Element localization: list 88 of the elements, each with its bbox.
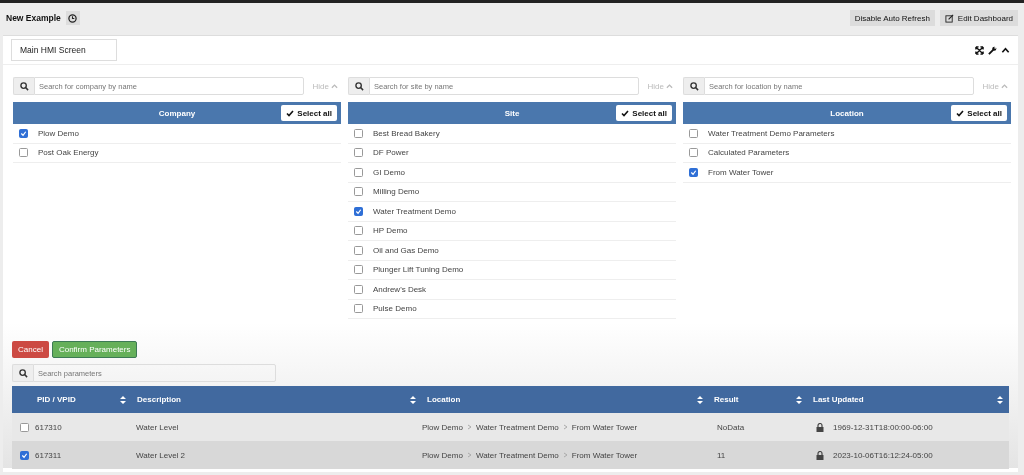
checkbox[interactable] xyxy=(354,265,363,275)
checkbox[interactable] xyxy=(354,284,363,294)
table-cell: Water Level xyxy=(136,422,179,432)
sort-icon[interactable] xyxy=(997,395,1003,404)
column-header[interactable]: Description xyxy=(137,395,181,404)
checkbox[interactable] xyxy=(689,128,698,138)
collapse-icon[interactable] xyxy=(1001,45,1010,55)
wrench-icon[interactable] xyxy=(988,45,997,55)
checkbox[interactable] xyxy=(19,128,28,138)
table-cell: 617310 xyxy=(35,422,62,432)
checkbox[interactable] xyxy=(354,245,363,255)
list-item-label[interactable]: Plunger Lift Tuning Demo xyxy=(373,265,464,275)
dashboard-title: New Example xyxy=(6,13,61,23)
list-item-label[interactable]: Oil and Gas Demo xyxy=(373,245,439,255)
checkbox[interactable] xyxy=(19,148,28,158)
sort-icon[interactable] xyxy=(410,395,416,404)
table-cell: Water Treatment Demo xyxy=(475,450,559,460)
clock-icon[interactable] xyxy=(65,11,80,25)
search-icon xyxy=(12,364,33,382)
column-header[interactable]: PID / VPID xyxy=(37,395,76,404)
search-icon xyxy=(13,77,34,95)
chevron-icon xyxy=(466,424,472,430)
checkbox[interactable] xyxy=(354,206,363,216)
column-header[interactable]: Result xyxy=(714,395,739,404)
checkbox[interactable] xyxy=(20,422,29,432)
table-cell: Plow Demo xyxy=(422,422,463,432)
list-item-label[interactable]: GI Demo xyxy=(373,167,405,177)
chevron-icon xyxy=(466,452,472,458)
checkbox[interactable] xyxy=(354,187,363,197)
table-cell: From Water Tower xyxy=(571,422,638,432)
list-item-label[interactable]: Calculated Parameters xyxy=(708,148,790,158)
select-all-button[interactable]: Select all xyxy=(616,105,672,121)
disable-refresh-button[interactable]: Disable Auto Refresh xyxy=(849,10,935,26)
table-cell: 617311 xyxy=(35,450,62,460)
list-heading: Location xyxy=(830,108,864,118)
table-cell: 11 xyxy=(717,450,726,460)
list-item-label[interactable]: Milling Demo xyxy=(373,187,420,197)
edit-dashboard-button[interactable]: Edit Dashboard xyxy=(939,10,1018,26)
checkbox[interactable] xyxy=(689,148,698,158)
column-header[interactable]: Last Updated xyxy=(813,395,864,404)
column-header[interactable]: Location xyxy=(427,395,461,404)
checkbox[interactable] xyxy=(354,226,363,236)
list-item-label[interactable]: Pulse Demo xyxy=(373,304,417,314)
lock-icon xyxy=(816,422,824,432)
checkbox[interactable] xyxy=(354,167,363,177)
table-cell: Water Level 2 xyxy=(136,450,186,460)
table-cell: 1969-12-31T18:00:00-06:00 xyxy=(833,422,933,432)
caret-icon xyxy=(1001,83,1008,89)
list-heading: Company xyxy=(158,108,196,118)
table-cell: 2023-10-06T16:12:24-05:00 xyxy=(833,450,933,460)
select-all-button[interactable]: Select all xyxy=(281,105,337,121)
list-item-label[interactable]: HP Demo xyxy=(373,226,408,236)
check-icon xyxy=(956,109,965,117)
check-icon xyxy=(621,109,630,117)
checkbox[interactable] xyxy=(354,148,363,158)
edit-icon xyxy=(944,13,954,23)
search-icon xyxy=(348,77,369,95)
list-heading: Site xyxy=(504,108,520,118)
caret-icon xyxy=(666,83,673,89)
expand-icon[interactable] xyxy=(975,45,984,55)
cancel-button[interactable]: Cancel xyxy=(12,341,49,358)
checkbox[interactable] xyxy=(20,450,29,460)
list-item-label[interactable]: Water Treatment Demo Parameters xyxy=(708,128,835,138)
list-item-label[interactable]: Water Treatment Demo xyxy=(373,206,456,216)
sort-icon[interactable] xyxy=(796,395,802,404)
search-icon xyxy=(683,77,704,95)
list-item-label[interactable]: Plow Demo xyxy=(38,128,79,138)
check-icon xyxy=(286,109,295,117)
table-cell: Water Treatment Demo xyxy=(475,422,559,432)
list-item-label[interactable]: From Water Tower xyxy=(708,167,774,177)
select-all-button[interactable]: Select all xyxy=(951,105,1007,121)
list-item-label[interactable]: DF Power xyxy=(373,148,409,158)
list-item-label[interactable]: Post Oak Energy xyxy=(38,148,99,158)
lock-icon xyxy=(816,450,824,460)
list-item-label[interactable]: Best Bread Bakery xyxy=(373,128,440,138)
table-cell: NoData xyxy=(717,422,745,432)
caret-icon xyxy=(331,83,338,89)
sort-icon[interactable] xyxy=(697,395,703,404)
panel-title: Main HMI Screen xyxy=(11,39,117,61)
checkbox[interactable] xyxy=(354,304,363,314)
chevron-icon xyxy=(562,424,568,430)
table-cell: From Water Tower xyxy=(571,450,638,460)
checkbox[interactable] xyxy=(354,128,363,138)
list-item-label[interactable]: Andrew's Desk xyxy=(373,284,427,294)
checkbox[interactable] xyxy=(689,167,698,177)
sort-icon[interactable] xyxy=(120,395,126,404)
chevron-icon xyxy=(562,452,568,458)
table-cell: Plow Demo xyxy=(422,450,463,460)
